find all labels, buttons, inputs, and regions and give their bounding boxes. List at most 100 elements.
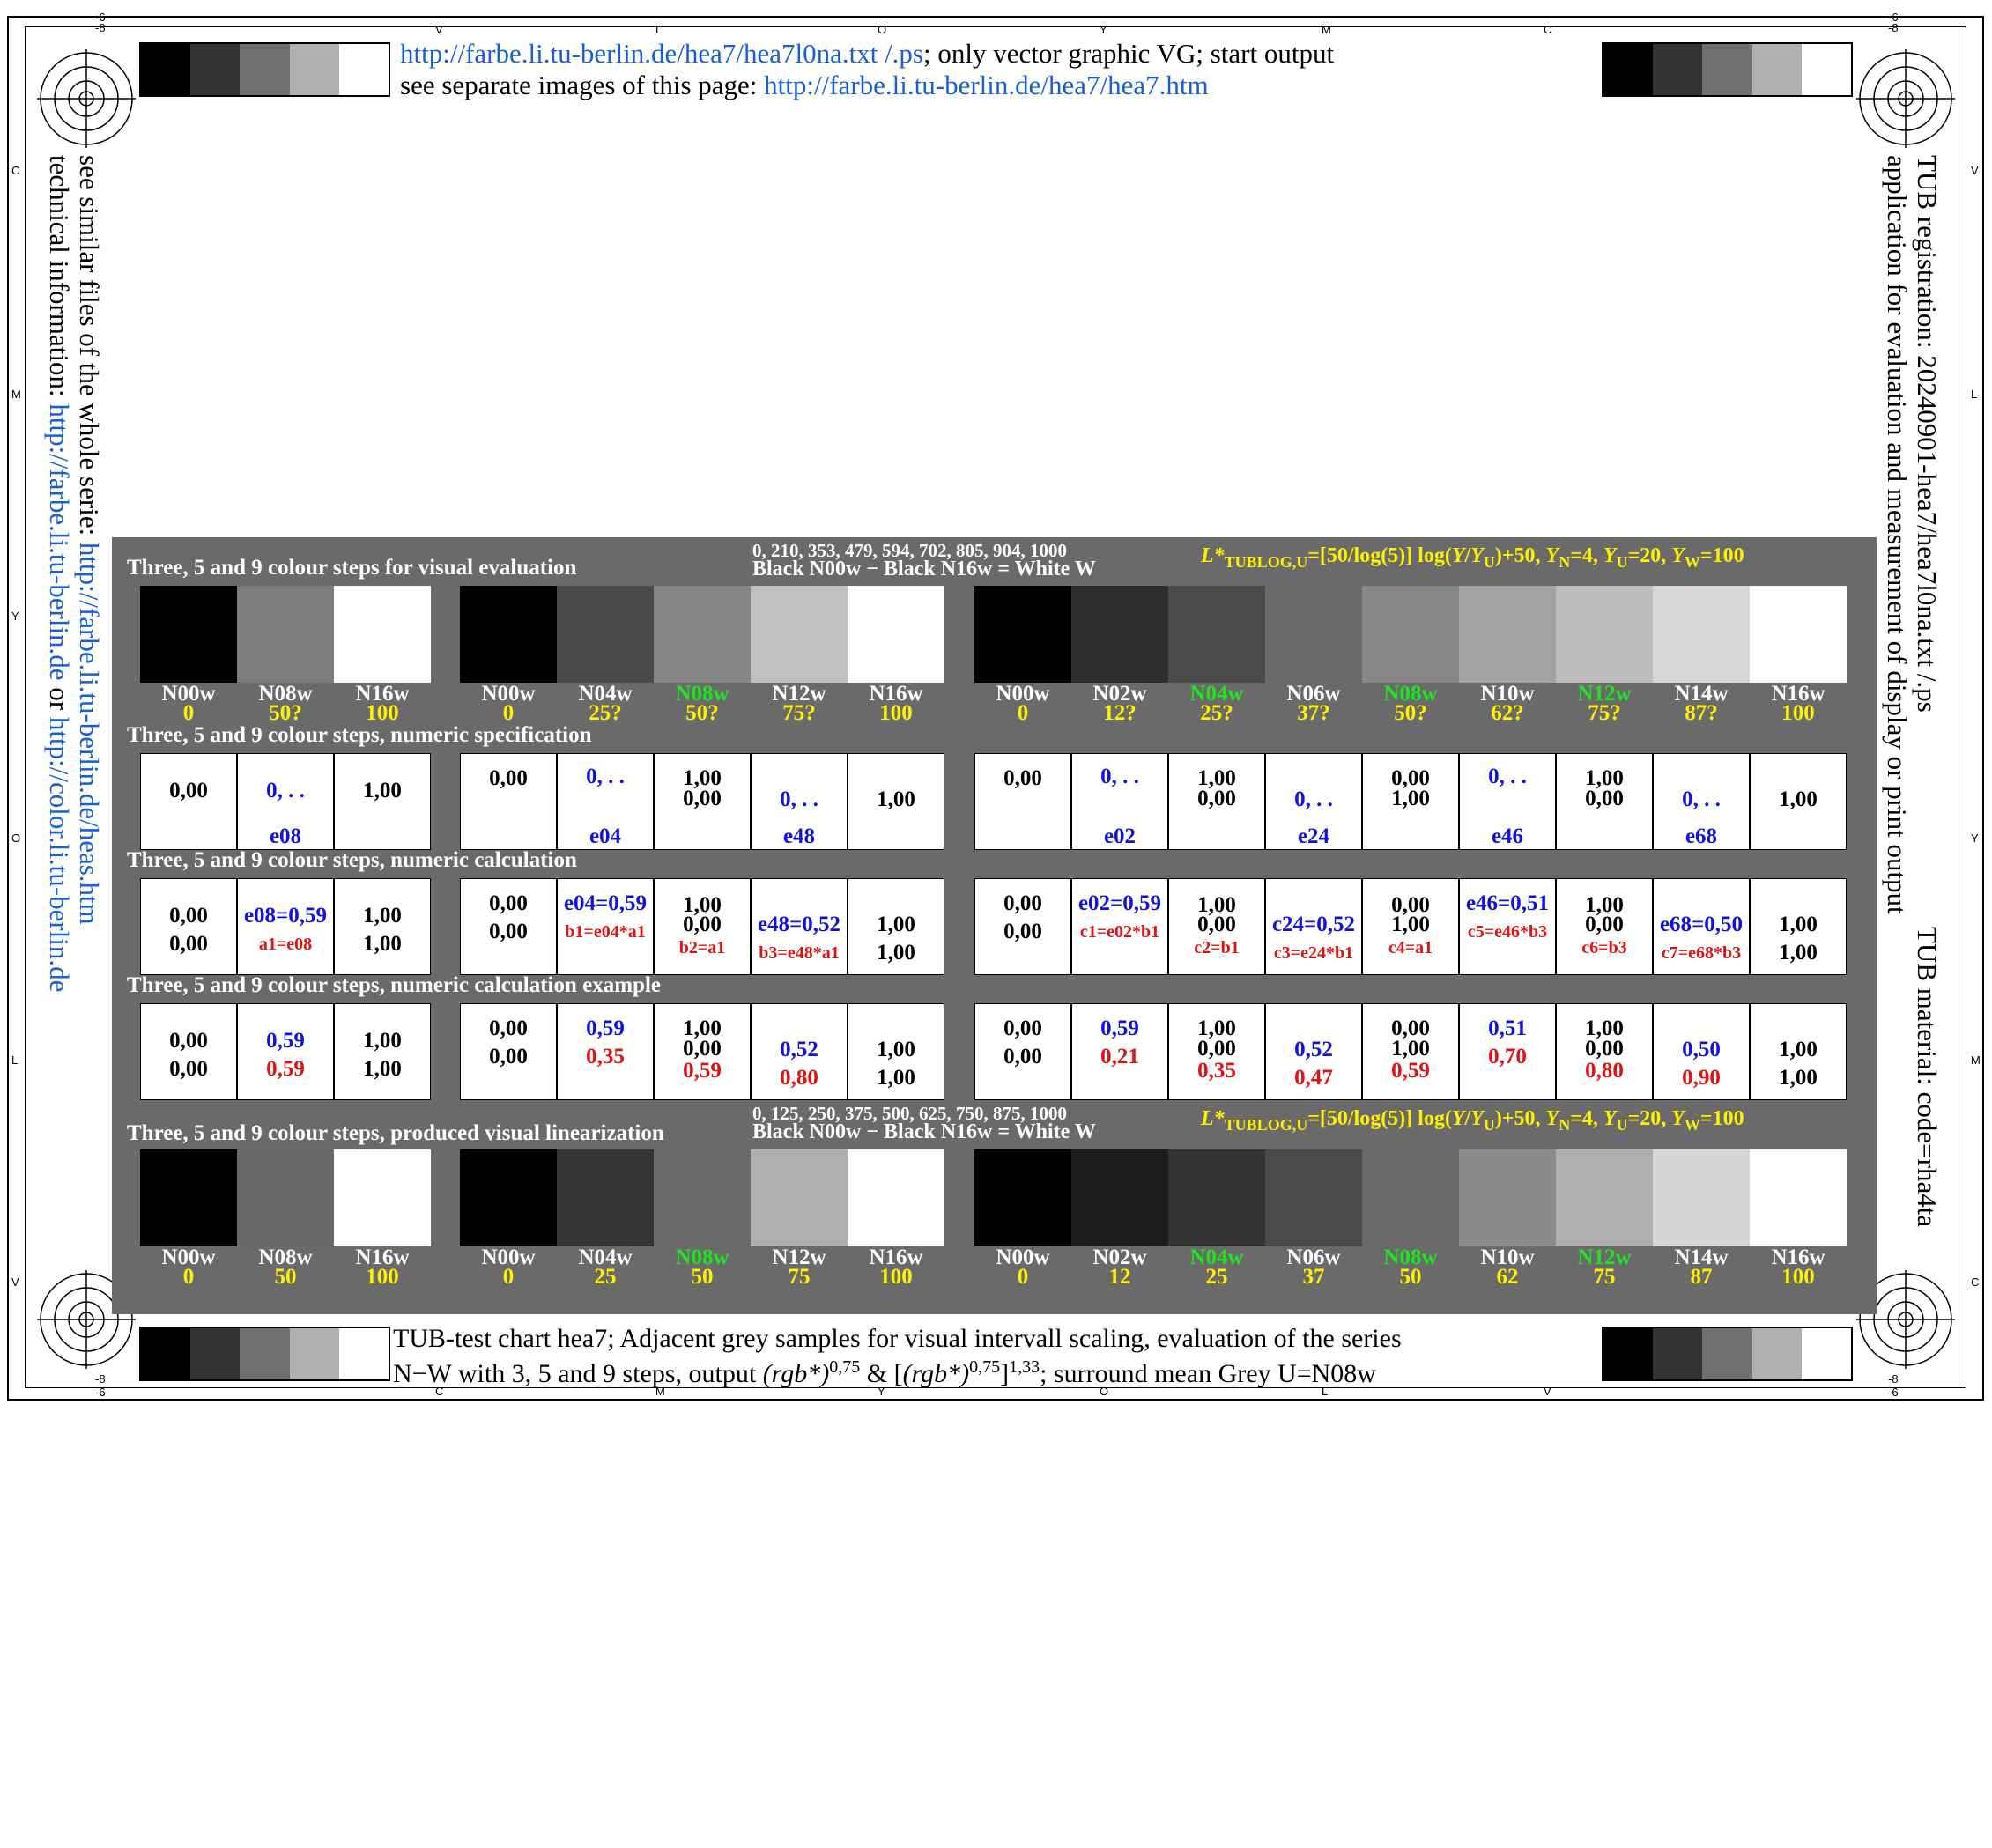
cell-value: 0, . . [266,779,305,802]
swatch-value: 0 [182,701,195,725]
cell-value: c2=b1 [1194,938,1240,957]
swatch-value: 50? [269,701,302,725]
cell-value: 0,59 [1391,1059,1430,1083]
header-url-2[interactable]: http://farbe.li.tu-berlin.de/hea7/hea7.h… [764,70,1208,100]
left-url-1[interactable]: http://farbe.li.tu-berlin.de/heas.htm [74,543,105,925]
grey-swatch [140,1149,237,1246]
formula-part: Y [1603,544,1617,567]
swatch-label: N00w 0 [460,1246,557,1289]
formula-part: U [1616,552,1628,571]
swatch-value: 25 [594,1265,617,1289]
left-line-2: technical information: http://farbe.li.t… [44,155,75,993]
formula-part: Y [1451,1107,1465,1130]
corner-tick: -8 [95,1372,106,1386]
cell-value: 1,00 [1391,1037,1430,1061]
header-url-1[interactable]: http://farbe.li.tu-berlin.de/hea7/hea7l0… [400,38,923,69]
swatch-value: 50 [1399,1265,1422,1289]
swatch-value: 62 [1496,1265,1519,1289]
grey-swatch [460,1149,557,1246]
left-line-1: see similar files of the whole serie: ht… [74,155,105,925]
cell-value: e02 [1103,824,1137,848]
swatch-value: 87? [1685,701,1718,725]
cell-value: 0,00 [1197,913,1236,936]
swatch-label: N16w 100 [848,683,944,724]
greyscale-step [1603,44,1654,95]
greyscale-step [141,44,191,95]
cell-value: 1,00 [363,932,402,956]
numeric-cell: 1,00 1,00 [848,878,944,975]
swatch-value: 0 [182,1265,195,1289]
numeric-cell: c24=0,52 c3=e24*b1 [1265,878,1362,975]
cell-value: 0, . . [1488,765,1527,788]
left-url-2[interactable]: http://farbe.li.tu-berlin.de [44,403,75,680]
swatch-value: 100 [1781,1265,1815,1289]
formula-part: =20, [1627,1107,1672,1130]
formula-part: Y [1671,1107,1685,1130]
greyscale-step [289,1328,339,1379]
numeric-cell: 0, . . e08 [237,753,334,850]
grey-swatch [1653,586,1750,683]
registration-target-icon [1856,49,1955,148]
swatch-label: N08w 50? [237,683,334,725]
numeric-cell: 0,00 0,00 [974,878,1071,975]
grey-swatch [1071,586,1168,683]
cell-value: 0,00 [489,1045,528,1068]
cell-value: 0,59 [586,1016,625,1040]
corner-tick: -8 [95,21,106,34]
right-tick: Y [1971,832,1979,845]
grey-swatch [237,1149,334,1246]
swatch-value: 100 [366,1265,399,1289]
swatch-label: N00w 0 [140,683,237,725]
cell-value: 1,00 [363,904,402,928]
cell-value: 0,59 [266,1029,305,1053]
formula-part: =4, [1570,544,1603,567]
cell-value: 1,00 [1391,787,1430,810]
swatch-label: N14w 87 [1653,1246,1750,1288]
cell-value: 0,59 [683,1059,722,1083]
swatch-value: 100 [879,1265,913,1289]
formula-part: =4, [1570,1107,1603,1130]
numeric-cell: e02=0,59 c1=e02*b1 [1071,878,1168,975]
greyscale-step [1801,44,1852,95]
left-url-3[interactable]: http://color.li.tu-berlin.de [44,717,75,993]
section-title: Three, 5 and 9 colour steps, produced vi… [127,1121,664,1145]
top-tick: O [878,23,887,36]
section-title: Three, 5 and 9 colour steps, numeric cal… [127,973,661,997]
cell-value: 0,00 [1197,787,1236,810]
swatch-value: 75? [1588,701,1621,725]
formula-part: Y [1470,1107,1484,1130]
swatch-value: 0 [502,1265,515,1289]
formula-part: Y [1671,544,1685,567]
cell-value: 0,00 [683,787,722,810]
cell-value: 1,00 [877,1066,915,1090]
right-side-text: TUB registration: 20240901-hea7/hea7l0na… [1882,155,1943,914]
greyscale-step [240,44,290,95]
numeric-cell: 1,00 [1750,753,1847,850]
formula-part: Y [1470,544,1484,567]
cell-value: 0,00 [1003,1016,1042,1040]
cell-value: 0,00 [1585,913,1624,936]
swatch-label: N16w 100 [1750,683,1847,724]
cell-value: c1=e02*b1 [1079,922,1160,942]
swatch-value: 50? [1394,701,1427,725]
cell-value: 0,00 [169,932,208,956]
grey-swatch [334,1149,431,1246]
greyscale-top-right [1602,42,1853,97]
cell-value: e68 [1685,824,1718,848]
numeric-cell: 0,52 0,47 [1265,1003,1362,1100]
cell-value: 1,00 [1779,787,1818,811]
formula-part: )+50, [1494,544,1546,567]
swatch-value: 75 [1593,1265,1616,1289]
swatch-value: 100 [366,701,399,725]
numeric-cell: 0,59 0,21 [1071,1003,1168,1100]
grey-swatch [460,586,557,683]
cell-value: e68=0,50 [1659,913,1744,936]
numeric-cell: 1,00 0,00 c2=b1 [1168,878,1265,975]
greyscale-step [240,1328,290,1379]
cell-value: 0,00 [1585,1037,1624,1061]
numeric-cell: 0,50 0,90 [1653,1003,1750,1100]
description-line-2: N−W with 3, 5 and 9 steps, output (rgb*)… [393,1357,1376,1388]
swatch-label: N16w 100 [1750,1246,1847,1289]
cell-value: 0,70 [1488,1045,1527,1068]
numeric-cell: 1,00 0,00 [1556,753,1653,850]
